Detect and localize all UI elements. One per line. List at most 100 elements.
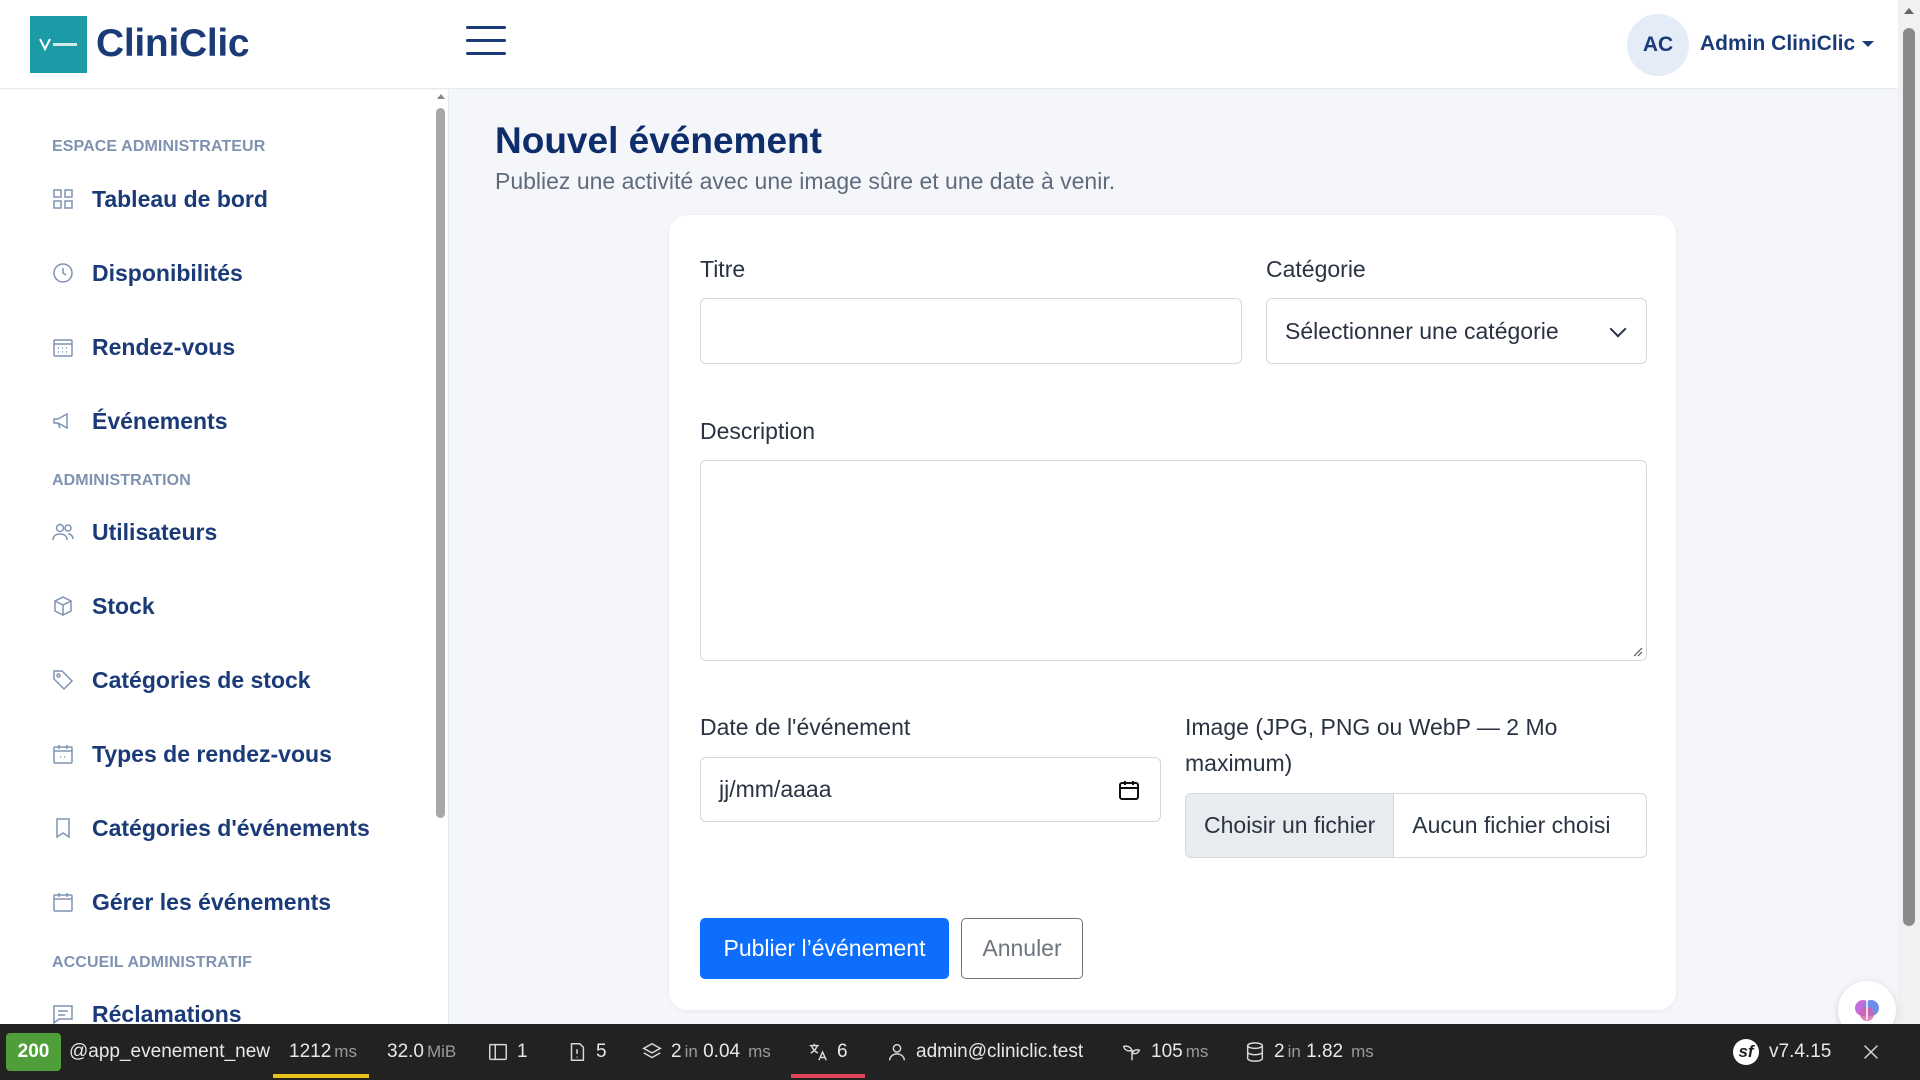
sidebar-scrollbar[interactable] <box>436 90 446 1024</box>
sidebar-item-label: Événements <box>92 407 228 434</box>
db-time: 1.82 <box>1306 1041 1344 1062</box>
route-text: @app_evenement_new <box>69 1041 270 1062</box>
cancel-button[interactable]: Annuler <box>961 918 1083 979</box>
sidebar-item-events[interactable]: Événements <box>50 401 228 441</box>
sidebar-item-label: Tableau de bord <box>92 185 268 212</box>
brand-name[interactable]: CliniClic <box>96 22 250 66</box>
cache-panel[interactable]: 2 in 0.04 ms <box>641 1024 771 1080</box>
clock-icon <box>50 260 76 286</box>
db-value: 2 <box>1274 1041 1285 1062</box>
sidebar-item-dashboard[interactable]: Tableau de bord <box>50 179 268 219</box>
avatar[interactable]: AC <box>1627 14 1689 76</box>
logo-icon[interactable] <box>30 16 87 73</box>
sidebar-item-appointments[interactable]: Rendez-vous <box>50 327 235 367</box>
db-in: in <box>1287 1042 1301 1061</box>
sidebar-item-complaints[interactable]: Réclamations <box>50 994 242 1024</box>
cache-value: 2 <box>671 1041 682 1062</box>
time-unit: ms <box>334 1042 357 1061</box>
date-placeholder: jj/mm/aaaa <box>719 776 832 802</box>
sidebar-item-label: Disponibilités <box>92 259 243 286</box>
image-label-line-1: Image (JPG, PNG ou WebP — 2 Mo <box>1185 714 1558 740</box>
symfony-panel[interactable]: sf v7.4.15 <box>1733 1024 1831 1080</box>
route-name[interactable]: @app_evenement_new <box>69 1024 270 1080</box>
db-unit: ms <box>1351 1042 1374 1061</box>
category-label: Catégorie <box>1266 256 1366 282</box>
close-toolbar-button[interactable] <box>1860 1024 1890 1080</box>
calendar-icon[interactable] <box>1118 779 1140 801</box>
symfony-logo-icon: sf <box>1733 1039 1759 1065</box>
calendar-plus-icon <box>50 741 76 767</box>
box-icon <box>50 593 76 619</box>
debug-toolbar: 200 @app_evenement_new 1212 ms 32.0 MiB 1 … <box>0 1024 1920 1080</box>
sidebar-item-event-categories[interactable]: Catégories d'événements <box>50 808 370 848</box>
sidebar-item-users[interactable]: Utilisateurs <box>50 512 217 552</box>
description-textarea[interactable] <box>700 460 1647 661</box>
publish-event-button[interactable]: Publier l’événement <box>700 918 949 979</box>
translate-icon <box>809 1043 827 1061</box>
sidebar-item-label: Utilisateurs <box>92 518 218 545</box>
translation-panel[interactable]: 6 <box>807 1024 848 1080</box>
time-value: 1212 <box>289 1041 332 1062</box>
cache-in: in <box>684 1042 698 1061</box>
translation-count: 6 <box>837 1041 848 1062</box>
time-indicator-bar <box>273 1074 369 1078</box>
section-title-administration: ADMINISTRATION <box>52 472 191 489</box>
image-label-line-2: maximum) <box>1185 750 1293 776</box>
scroll-up-icon[interactable] <box>1904 8 1914 14</box>
title-input[interactable] <box>700 298 1242 364</box>
scrollbar-thumb[interactable] <box>1903 28 1915 926</box>
sidebar-item-label: Catégories d'événements <box>92 814 370 841</box>
sidebar-item-label: Types de rendez-vous <box>92 740 332 767</box>
sidebar-item-stock-categories[interactable]: Catégories de stock <box>50 660 311 700</box>
choose-file-button[interactable]: Choisir un fichier <box>1186 794 1395 857</box>
security-panel[interactable]: admin@cliniclic.test <box>886 1024 1083 1080</box>
tag-icon <box>50 667 76 693</box>
layers-icon <box>642 1042 662 1059</box>
chat-icon <box>50 1001 76 1024</box>
sidebar-item-availability[interactable]: Disponibilités <box>50 253 243 293</box>
user-icon <box>888 1043 906 1061</box>
section-title-admin-home: ACCUEIL ADMINISTRATIF <box>52 954 253 971</box>
twig-unit: ms <box>1185 1042 1209 1061</box>
user-menu-label[interactable]: Admin CliniClic <box>1700 32 1855 56</box>
file-status-text: Aucun fichier choisi <box>1412 812 1611 838</box>
megaphone-icon <box>50 408 76 434</box>
page-subtitle: Publiez une activité avec une image sûre… <box>495 168 1116 194</box>
calendar-icon <box>50 334 76 360</box>
database-panel[interactable]: 2 in 1.82 ms <box>1244 1024 1374 1080</box>
time-panel[interactable]: 1212 ms <box>289 1024 357 1080</box>
image-file-input[interactable]: Choisir un fichier Aucun fichier choisi <box>1185 793 1647 858</box>
status-badge[interactable]: 200 <box>6 1033 61 1071</box>
form-icon <box>489 1043 507 1061</box>
memory-panel[interactable]: 32.0 MiB <box>387 1024 456 1080</box>
menu-toggle-icon[interactable] <box>466 26 506 60</box>
sidebar-item-label: Réclamations <box>92 1000 242 1025</box>
sidebar-item-manage-events[interactable]: Gérer les événements <box>50 882 331 922</box>
sidebar-scrollbar-thumb[interactable] <box>436 108 445 818</box>
section-title-admin-space: ESPACE ADMINISTRATEUR <box>52 138 266 155</box>
logs-panel[interactable]: 5 <box>566 1024 607 1080</box>
calendar-check-icon <box>50 889 76 915</box>
twig-value: 105 <box>1151 1041 1183 1062</box>
category-selected-value: Sélectionner une catégorie <box>1285 317 1559 344</box>
cache-unit: ms <box>748 1042 771 1061</box>
forms-count: 1 <box>517 1041 528 1062</box>
page-scrollbar[interactable] <box>1898 0 1920 1080</box>
forms-panel[interactable]: 1 <box>487 1024 528 1080</box>
log-icon <box>570 1043 585 1061</box>
sidebar-item-stock[interactable]: Stock <box>50 586 155 626</box>
caret-down-icon[interactable] <box>1862 41 1874 47</box>
title-label: Titre <box>700 256 746 282</box>
sidebar-item-label: Stock <box>92 592 155 619</box>
bookmark-icon <box>50 815 76 841</box>
date-label: Date de l'événement <box>700 714 911 740</box>
scroll-up-icon[interactable] <box>437 94 445 99</box>
translation-indicator-bar <box>791 1074 865 1078</box>
sidebar-item-appointment-types[interactable]: Types de rendez-vous <box>50 734 332 774</box>
category-select[interactable]: Sélectionner une catégorie <box>1266 298 1647 364</box>
date-input[interactable]: jj/mm/aaaa <box>700 757 1161 822</box>
twig-panel[interactable]: 105 ms <box>1121 1024 1208 1080</box>
memory-unit: MiB <box>426 1042 457 1061</box>
resize-grip-icon[interactable] <box>1631 645 1643 657</box>
user-email: admin@cliniclic.test <box>916 1041 1084 1062</box>
